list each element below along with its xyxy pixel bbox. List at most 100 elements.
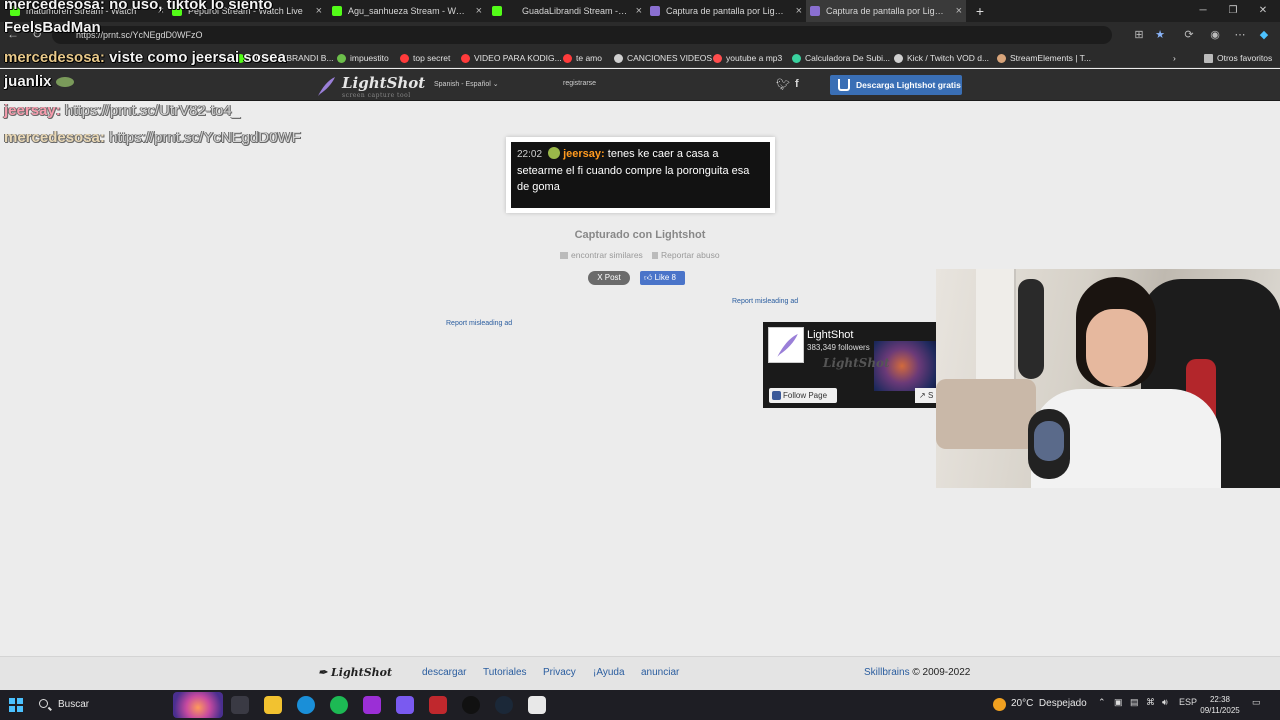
obs-icon[interactable] [462, 696, 480, 714]
tab-2[interactable]: Agu_sanhueza Stream - Watch Live × [328, 0, 486, 22]
youtube-icon [563, 54, 572, 63]
skillbrains-link[interactable]: Skillbrains [864, 667, 910, 678]
discord-icon[interactable] [396, 696, 414, 714]
bookmark-icon [997, 54, 1006, 63]
footer-link-download[interactable]: descargar [422, 667, 466, 678]
screenshot-image[interactable]: 22:02 jeersay: tenes ke caer a casa a se… [506, 137, 775, 213]
app-icon[interactable] [429, 696, 447, 714]
facebook-icon[interactable]: f [795, 78, 799, 90]
download-button[interactable]: Descarga Lightshot gratis [830, 75, 962, 95]
weather-widget[interactable]: 20°C Despejado [993, 698, 1087, 711]
close-window-icon[interactable]: ✕ [1248, 0, 1278, 22]
footer-link-privacy[interactable]: Privacy [543, 667, 576, 678]
globe-icon [614, 54, 623, 63]
spotify-icon[interactable] [330, 696, 348, 714]
maximize-icon[interactable]: ❐ [1218, 0, 1248, 22]
x-post-button[interactable]: X Post [588, 271, 630, 285]
screenshot-chat-message: 22:02 jeersay: tenes ke caer a casa a se… [511, 142, 770, 208]
tab-title: Captura de pantalla por Lightshot [666, 6, 788, 16]
lightshot-watermark: LightShot [823, 356, 890, 370]
footer-link-tutorials[interactable]: Tutoriales [483, 667, 527, 678]
report-abuse-link[interactable]: Reportar abuso [652, 250, 720, 260]
footer-logo[interactable]: ✒ LightShot [318, 666, 392, 679]
lightshot-icon [810, 6, 820, 16]
facebook-icon [772, 391, 781, 400]
search-highlight-image[interactable] [173, 692, 223, 718]
volume-icon[interactable]: 🔊︎ [1162, 697, 1168, 708]
bookmark-item[interactable]: StreamElements | T... [997, 48, 1091, 68]
network-icon[interactable]: ⌘ [1146, 697, 1155, 708]
input-language[interactable]: ESP [1179, 697, 1197, 707]
bookmark-item[interactable]: top secret [400, 48, 450, 68]
lightshot-icon [650, 6, 660, 16]
minimize-icon[interactable]: ─ [1188, 0, 1218, 22]
webcam-overlay [936, 269, 1280, 488]
tab-3[interactable]: GuadaLibrandi Stream - Watch × [488, 0, 646, 22]
bookmark-item[interactable]: impuestito [337, 48, 389, 68]
tab-4[interactable]: Captura de pantalla por Lightshot × [646, 0, 806, 22]
tab-5-active[interactable]: Captura de pantalla por Lightshot × [806, 0, 966, 22]
close-tab-icon[interactable]: × [956, 0, 962, 22]
close-tab-icon[interactable]: × [316, 0, 322, 22]
lightshot-logo[interactable]: LightShot screen capture tool [318, 74, 425, 99]
page-avatar[interactable] [768, 327, 804, 363]
apps-icon[interactable]: ⊞ [1131, 27, 1147, 43]
bookmark-item[interactable]: te amo [563, 48, 602, 68]
bookmark-item[interactable]: youtube a mp3 [713, 48, 782, 68]
language-select[interactable]: Spanish - Español ⌄ [434, 80, 499, 88]
youtube-icon [461, 54, 470, 63]
register-link[interactable]: registrarse [563, 80, 596, 87]
kick-icon [332, 6, 342, 16]
report-ad-link[interactable]: Report misleading ad [446, 320, 512, 327]
windows-start-icon[interactable] [9, 698, 23, 712]
find-similar-link[interactable]: encontrar similares [560, 250, 643, 260]
bookmark-item[interactable]: VIDEO PARA KODIG... [461, 48, 562, 68]
overlay-chat-line: FeelsBadMan [4, 19, 101, 36]
report-ad-link[interactable]: Report misleading ad [732, 298, 798, 305]
folder-icon [1204, 54, 1213, 63]
webcam-mic-mesh [1034, 421, 1064, 461]
notifications-icon[interactable]: ▭ [1252, 697, 1261, 708]
profile-avatar[interactable]: ◉ [1207, 27, 1223, 43]
search-icon [39, 699, 48, 708]
footer-link-advertise[interactable]: anunciar [641, 667, 679, 678]
bookmark-item[interactable]: Calculadora De Subi... [792, 48, 890, 68]
twitter-icon[interactable]: 🐦︎ [776, 78, 790, 91]
close-tab-icon[interactable]: × [636, 0, 642, 22]
capcut-icon[interactable] [528, 696, 546, 714]
close-tab-icon[interactable]: × [476, 0, 482, 22]
bookmark-item[interactable]: Kick / Twitch VOD d... [894, 48, 989, 68]
user-badge-icon [548, 147, 561, 159]
fb-like-button[interactable]: 👍︎ Like 8 [640, 271, 685, 285]
url-field[interactable]: https://prnt.sc/YcNEgdD0WFzO [52, 26, 1112, 44]
new-tab-button[interactable]: + [970, 0, 990, 22]
follow-page-button[interactable]: Follow Page [769, 388, 837, 403]
bookmark-icon [337, 54, 346, 63]
star-icon[interactable]: ★ [1152, 27, 1168, 43]
sync-icon[interactable]: ⟳ [1181, 27, 1197, 43]
overlay-chat-line: mercedesosa: https://prnt.sc/YcNEgdD0WF [4, 129, 301, 146]
close-tab-icon[interactable]: × [796, 0, 802, 22]
footer-link-help[interactable]: ¡Ayuda [593, 667, 625, 678]
steam-icon[interactable] [495, 696, 513, 714]
tray-app-icon[interactable]: ▣ [1114, 697, 1123, 708]
address-toolbar: ← ↻ https://prnt.sc/YcNEgdD0WFzO ⊞ ★ ⟳ ◉… [0, 22, 1280, 48]
file-explorer-icon[interactable] [264, 696, 282, 714]
task-view-icon[interactable] [231, 696, 249, 714]
taskbar-clock[interactable]: 22:38 09/11/2025 [1200, 694, 1240, 716]
bookmark-item[interactable]: CANCIONES VIDEOS [614, 48, 712, 68]
menu-icon[interactable]: ⋯ [1232, 27, 1248, 43]
webcam-guitar [1018, 279, 1044, 379]
page-name[interactable]: LightShot [807, 329, 853, 341]
tray-app-icon[interactable]: ▤ [1130, 697, 1139, 708]
download-icon [838, 79, 850, 91]
tray-overflow-icon[interactable]: ⌃ [1098, 697, 1106, 708]
other-favorites[interactable]: Otros favoritos [1204, 48, 1272, 68]
webcam-bed [936, 379, 1036, 449]
edge-icon[interactable] [297, 696, 315, 714]
bookmarks-overflow-icon[interactable]: › [1173, 48, 1176, 68]
copilot-icon[interactable]: ◆ [1256, 27, 1272, 43]
trash-icon [652, 252, 658, 259]
taskbar-search[interactable]: Buscar [32, 694, 172, 716]
canva-icon[interactable] [363, 696, 381, 714]
